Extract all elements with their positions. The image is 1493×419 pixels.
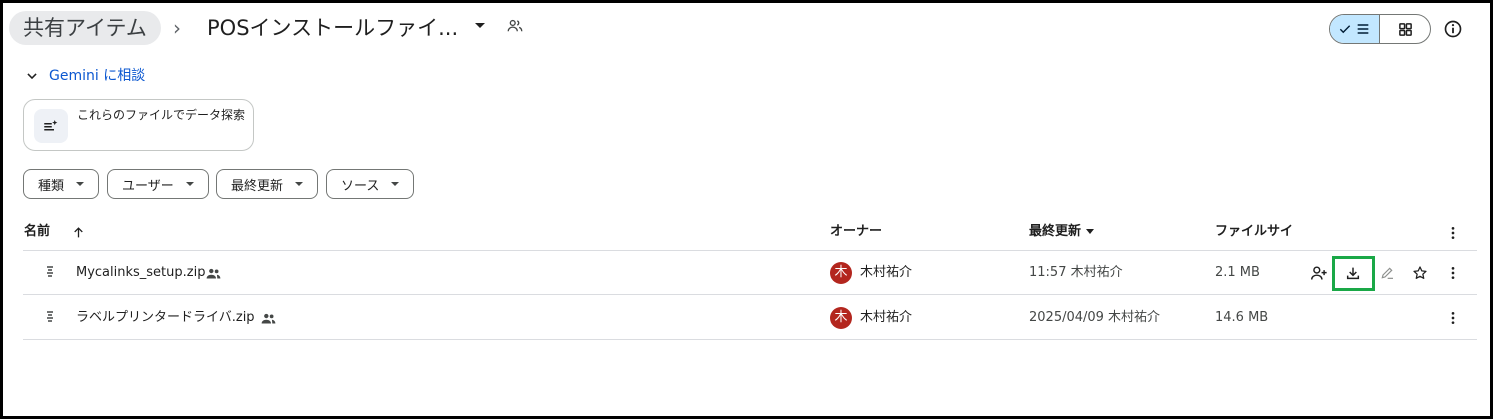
gemini-suggestion-text: これらのファイルでデータ探索 xyxy=(77,108,246,122)
download-highlight-box xyxy=(1332,256,1375,291)
chevron-down-icon xyxy=(27,73,37,80)
column-header-owner[interactable]: オーナー xyxy=(830,223,882,241)
more-vert-icon[interactable] xyxy=(1444,309,1462,327)
filter-modified-label: 最終更新 xyxy=(231,178,284,194)
divider xyxy=(23,250,1477,251)
view-toggle xyxy=(1329,14,1431,44)
divider xyxy=(23,294,1477,295)
modified-date: 11:57 木村祐介 xyxy=(1029,265,1123,280)
column-header-modified-label: 最終更新 xyxy=(1029,224,1082,239)
owner-name: 木村祐介 xyxy=(860,310,913,325)
grid-view-button[interactable] xyxy=(1380,15,1430,43)
avatar: 木 xyxy=(830,262,852,284)
caret-down-icon xyxy=(76,182,85,186)
shared-people-icon xyxy=(205,266,221,280)
filter-user-label: ユーザー xyxy=(122,178,174,194)
file-size: 14.6 MB xyxy=(1215,310,1269,325)
filter-type[interactable]: 種類 xyxy=(23,169,100,199)
file-size: 2.1 MB xyxy=(1215,265,1260,280)
zip-file-icon xyxy=(42,310,58,326)
avatar: 木 xyxy=(830,307,852,329)
list-view-button[interactable] xyxy=(1330,15,1381,43)
star-icon[interactable] xyxy=(1411,264,1429,282)
add-person-icon[interactable] xyxy=(1309,264,1329,282)
more-vert-icon[interactable] xyxy=(1444,224,1462,242)
caret-down-icon xyxy=(185,182,194,186)
more-vert-icon[interactable] xyxy=(1444,264,1462,282)
caret-down-icon xyxy=(1086,229,1095,234)
grid-view-icon xyxy=(1398,22,1412,36)
modified-date: 2025/04/09 木村祐介 xyxy=(1029,310,1161,325)
caret-down-icon[interactable] xyxy=(475,23,485,28)
gemini-suggestion-card[interactable]: これらのファイルでデータ探索 xyxy=(23,99,254,151)
column-header-modified[interactable]: 最終更新 xyxy=(1029,223,1095,241)
rename-icon[interactable] xyxy=(1378,264,1396,282)
filter-type-label: 種類 xyxy=(38,178,65,194)
caret-down-icon xyxy=(295,182,304,186)
breadcrumb-shared-items[interactable]: 共有アイテム xyxy=(9,11,161,45)
filter-user[interactable]: ユーザー xyxy=(107,169,209,199)
filter-modified[interactable]: 最終更新 xyxy=(216,169,319,199)
owner-name: 木村祐介 xyxy=(860,265,913,280)
shared-people-icon xyxy=(260,311,276,325)
breadcrumb-current-folder[interactable]: POSインストールファイ... xyxy=(207,13,458,43)
file-name[interactable]: Mycalinks_setup.zip xyxy=(76,264,205,282)
list-view-icon xyxy=(1357,24,1369,34)
divider xyxy=(23,339,1477,340)
filter-source[interactable]: ソース xyxy=(326,169,415,199)
gemini-toggle-label: Gemini に相談 xyxy=(49,68,146,84)
drive-window: 共有アイテム › POSインストールファイ... Gemini に相談 これらの… xyxy=(0,0,1493,419)
filter-source-label: ソース xyxy=(341,178,380,194)
shared-people-icon xyxy=(506,17,524,39)
check-icon xyxy=(1339,25,1351,34)
zip-file-icon xyxy=(42,265,58,281)
data-insight-icon xyxy=(34,109,68,143)
file-name[interactable]: ラベルプリンタードライバ.zip xyxy=(76,309,255,327)
gemini-toggle[interactable]: Gemini に相談 xyxy=(25,65,145,87)
column-header-size[interactable]: ファイルサイ xyxy=(1215,223,1293,241)
column-header-name[interactable]: 名前 xyxy=(24,223,50,241)
caret-down-icon xyxy=(391,182,400,186)
chevron-right-icon: › xyxy=(173,16,181,40)
sort-arrow-up-icon[interactable] xyxy=(70,224,86,240)
info-icon[interactable] xyxy=(1442,18,1464,40)
